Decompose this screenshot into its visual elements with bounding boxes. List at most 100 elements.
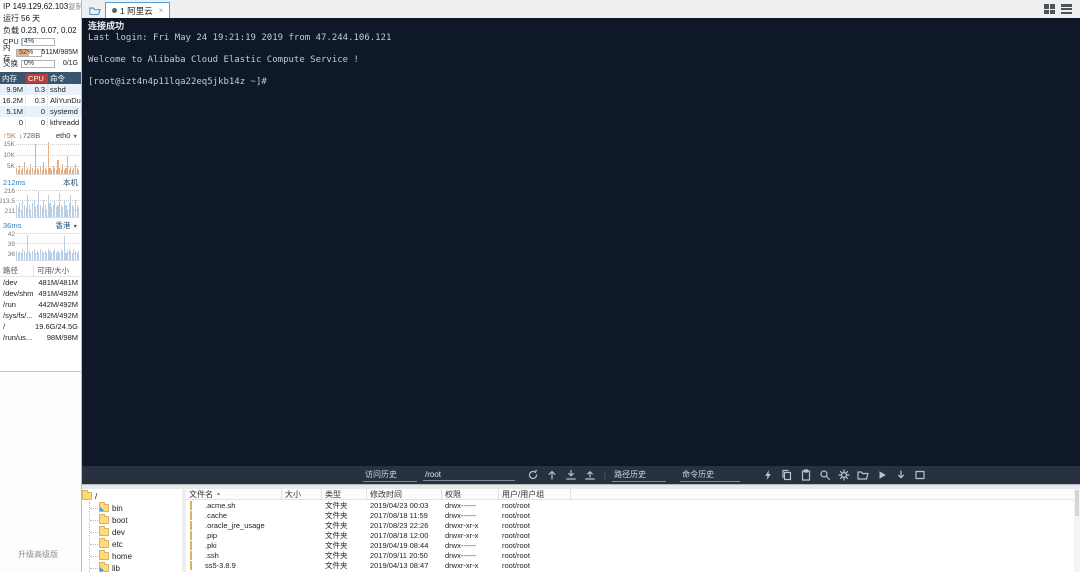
terminal-area[interactable]: 连接成功 Last login: Fri May 24 19:21:19 2019… [82, 18, 1080, 466]
process-header-cpu[interactable]: CPU [26, 73, 48, 83]
tree-item-dev[interactable]: dev [90, 526, 182, 538]
disk-row: /sys/fs/... 492M/492M [3, 311, 78, 320]
process-header-cmd[interactable]: 命令 [48, 73, 81, 84]
uptime-label: 运行 [3, 13, 19, 23]
disk-header-size[interactable]: 可用/大小 [34, 265, 81, 276]
column-header-name[interactable]: 文件名 ▲ [186, 489, 282, 500]
file-row[interactable]: .oracle_jre_usage 文件夹 2017/08/23 22:26 drwx… [186, 520, 1080, 530]
folder-icon [190, 500, 192, 510]
tree-item-boot[interactable]: boot [90, 514, 182, 526]
process-row[interactable]: 16.2M 0.3 AliYunDu [0, 95, 81, 106]
ping-remote-value: 36ms [3, 221, 22, 230]
tree-item-label: lib [112, 563, 121, 572]
parent-directory-icon[interactable] [546, 469, 558, 481]
file-row[interactable]: .pki 文件夹 2019/04/19 08:44 drwx------ root/ro… [186, 540, 1080, 550]
folder-icon [99, 550, 109, 560]
disk-table-header[interactable]: 路径 可用/大小 [0, 265, 81, 277]
disk-row: /dev/shm 491M/492M [3, 289, 78, 298]
net-download-rate: ↓728B [18, 131, 41, 140]
file-row[interactable]: .pip 文件夹 2017/08/18 12:00 drwxr-xr-x root/ro… [186, 530, 1080, 540]
tree-item-label: etc [112, 539, 123, 549]
upgrade-link[interactable]: 升级高级版 [18, 549, 58, 560]
tab-aliyun[interactable]: 1 阿里云 × [105, 2, 171, 18]
disk-row: /run/us... 98M/98M [3, 333, 78, 342]
tree-item-etc[interactable]: etc [90, 538, 182, 550]
column-header-size[interactable]: 大小 [282, 489, 322, 500]
process-row[interactable]: 0 0 kthreadd [0, 117, 81, 128]
column-header-modified[interactable]: 修改时间 [367, 489, 442, 500]
gear-icon[interactable] [838, 469, 850, 481]
download-icon[interactable] [565, 469, 577, 481]
toolbar-separator: | [604, 470, 607, 480]
process-table-header[interactable]: 内存 CPU 命令 [0, 72, 81, 84]
command-history-dropdown[interactable]: 命令历史 [680, 469, 741, 482]
tree-item-home[interactable]: home [90, 550, 182, 562]
directory-tree: / bin boot dev etc home lib [82, 489, 186, 572]
tree-root[interactable]: / [82, 490, 182, 502]
list-view-button[interactable] [1061, 4, 1072, 14]
copy-icon[interactable] [781, 469, 793, 481]
lightning-icon[interactable] [762, 469, 774, 481]
process-row[interactable]: 9.9M 0.3 sshd [0, 84, 81, 95]
disk-header-path[interactable]: 路径 [0, 265, 34, 276]
file-table-scrollbar[interactable] [1074, 489, 1080, 572]
tree-children: bin boot dev etc home lib [89, 502, 182, 572]
copy-ip-button[interactable]: 复制 [68, 1, 81, 12]
grid-view-button[interactable] [1044, 4, 1055, 14]
ping-remote-selector[interactable]: 香港 ▼ [55, 220, 78, 231]
open-folder-icon[interactable] [857, 469, 869, 481]
tree-item-label: bin [112, 503, 123, 513]
path-history-dropdown[interactable]: 路径历史 [612, 469, 667, 482]
process-row[interactable]: 5.1M 0 systemd [0, 106, 81, 117]
load-label: 负载 [3, 25, 19, 35]
net-interface-selector[interactable]: eth0 ▼ [56, 131, 78, 140]
path-input[interactable] [423, 469, 515, 481]
file-table: 文件名 ▲ 大小 类型 修改时间 权限 用户/用户组 .acme.sh 文件夹 20… [186, 489, 1080, 572]
process-header-mem[interactable]: 内存 [0, 73, 26, 84]
folder-icon [190, 540, 192, 550]
folder-icon [190, 560, 192, 570]
disk-row: /19.6G/24.5G [3, 322, 78, 331]
file-row[interactable]: ss5-3.8.9 文件夹 2019/04/13 08:47 drwxr-xr-x ro… [186, 560, 1080, 570]
terminal-line: [root@izt4n4p11lqa22eq5jkb14z ~]# [88, 77, 267, 87]
folder-icon [99, 526, 109, 536]
file-row[interactable]: .cache 文件夹 2017/08/18 11:59 drwx------ root/… [186, 510, 1080, 520]
net-upload-rate: ↑5K [3, 131, 16, 140]
disk-row: /dev 481M/481M [3, 278, 78, 287]
tree-item-label: boot [112, 515, 128, 525]
column-header-type[interactable]: 类型 [322, 489, 367, 500]
refresh-icon[interactable] [527, 469, 539, 481]
access-history-dropdown[interactable]: 访问历史 [363, 469, 417, 482]
column-header-owner[interactable]: 用户/用户组 [499, 489, 571, 500]
down-arrow-icon[interactable] [895, 469, 907, 481]
connections-folder-button[interactable] [89, 5, 101, 17]
tree-item-bin[interactable]: bin [90, 502, 182, 514]
search-icon[interactable] [819, 469, 831, 481]
uptime-row: 运行 56 天 [0, 12, 81, 24]
mem-gauge: 52% [16, 48, 42, 57]
folder-icon [99, 562, 109, 572]
upload-icon[interactable] [584, 469, 596, 481]
ping-local-name: 本机 [63, 178, 78, 187]
ping-local-ytick: 213.5 [0, 198, 15, 205]
chevron-down-icon: ▼ [72, 224, 78, 230]
folder-icon [190, 510, 192, 520]
ping-local-chart: 216 213.5 211 [0, 188, 81, 218]
folder-icon [82, 490, 92, 500]
monitor-panel: IP 149.129.62.103 复制 运行 56 天 负载 0.23, 0.… [0, 0, 81, 372]
file-row[interactable]: .acme.sh 文件夹 2019/04/23 00:03 drwx------ roo… [186, 500, 1080, 510]
paste-icon[interactable] [800, 469, 812, 481]
run-icon[interactable] [876, 469, 888, 481]
tree-item-lib[interactable]: lib [90, 562, 182, 572]
new-window-icon[interactable] [914, 469, 926, 481]
net-chart-header: ↑5K ↓728B eth0 ▼ [0, 130, 81, 141]
file-manager: / bin boot dev etc home lib 文件名 ▲ 大小 类型 修改时间 … [82, 489, 1080, 572]
column-header-perms[interactable]: 权限 [442, 489, 499, 500]
process-table: 内存 CPU 命令 9.9M 0.3 sshd 16.2M 0.3 AliYunDu 5.1… [0, 72, 81, 128]
net-chart-bars [16, 141, 79, 175]
tree-item-label: dev [112, 527, 125, 537]
tab-close-button[interactable]: × [159, 6, 164, 15]
file-row[interactable]: .ssh 文件夹 2017/09/11 20:50 drwx------ root/ro… [186, 550, 1080, 560]
net-ytick: 15K [3, 141, 15, 148]
